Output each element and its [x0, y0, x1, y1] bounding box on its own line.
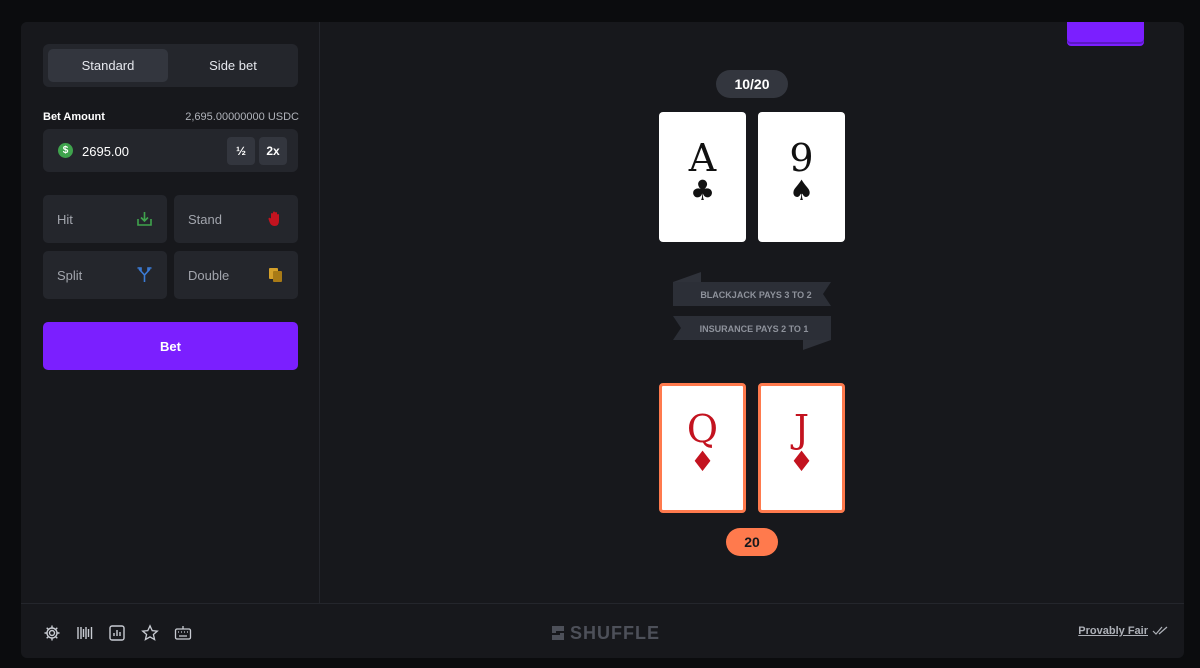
insurance-payout-label: INSURANCE PAYS 2 TO 1: [700, 324, 809, 334]
stand-button[interactable]: Stand: [174, 195, 298, 243]
game-window: Standard Side bet Bet Amount 2,695.00000…: [21, 22, 1184, 658]
star-icon[interactable]: [141, 624, 159, 642]
split-label: Split: [57, 268, 83, 283]
hand-icon: [268, 211, 279, 226]
shuffle-logo-text: SHUFFLE: [570, 622, 660, 643]
provably-fair-link[interactable]: Provably Fair: [1078, 625, 1168, 637]
tab-side-bet[interactable]: Side bet: [173, 49, 293, 82]
card-rank: J: [793, 407, 810, 451]
bet-amount-input[interactable]: [80, 139, 224, 163]
dealer-card: 9 ♠: [758, 112, 845, 242]
usdc-coin-icon: $: [58, 143, 73, 158]
hit-button[interactable]: Hit: [43, 195, 167, 243]
stand-label: Stand: [188, 212, 222, 227]
player-card: Q ♦: [659, 383, 746, 513]
half-bet-button[interactable]: ½: [227, 137, 255, 165]
dealer-card: A ♣: [659, 112, 746, 242]
dealer-score-badge: 10/20: [716, 70, 788, 98]
card-rank: 9: [789, 136, 814, 180]
bet-amount-label: Bet Amount: [43, 111, 105, 123]
payout-banners: BLACKJACK PAYS 3 TO 2 INSURANCE PAYS 2 T…: [673, 272, 831, 350]
player-score-badge: 20: [726, 528, 778, 556]
stats-icon[interactable]: [108, 624, 126, 642]
provably-fair-label: Provably Fair: [1078, 625, 1148, 637]
player-card: J ♦: [758, 383, 845, 513]
bet-balance: 2,695.00000000 USDC: [185, 111, 299, 123]
bet-button[interactable]: Bet: [43, 322, 298, 370]
diamonds-suit-icon: ♦: [788, 445, 815, 478]
double-bet-button[interactable]: 2x: [259, 137, 287, 165]
tab-standard[interactable]: Standard: [48, 49, 168, 82]
bet-amount-field: $ ½ 2x: [43, 129, 298, 172]
gear-icon[interactable]: [43, 624, 61, 642]
spades-suit-icon: ♠: [788, 174, 815, 207]
shuffle-logo-icon: [552, 626, 564, 640]
mode-tabs: Standard Side bet: [43, 44, 298, 87]
split-icon: [137, 267, 152, 282]
bet-sidebar: Standard Side bet Bet Amount 2,695.00000…: [21, 22, 320, 603]
hit-label: Hit: [57, 212, 73, 227]
barcode-icon[interactable]: [76, 624, 94, 642]
card-rank: A: [688, 136, 717, 180]
double-icon: [269, 268, 282, 282]
split-button[interactable]: Split: [43, 251, 167, 299]
diamonds-suit-icon: ♦: [689, 445, 716, 478]
double-label: Double: [188, 268, 230, 283]
shuffle-logo: SHUFFLE: [550, 621, 660, 645]
card-rank: Q: [686, 407, 719, 451]
double-button[interactable]: Double: [174, 251, 298, 299]
card-deck: [1067, 22, 1144, 42]
keyboard-icon[interactable]: [174, 624, 192, 642]
double-check-icon: [1152, 626, 1168, 635]
footer-bar: SHUFFLE Provably Fair: [21, 603, 1184, 658]
hit-icon: [137, 212, 152, 226]
blackjack-payout-label: BLACKJACK PAYS 3 TO 2: [700, 290, 811, 300]
clubs-suit-icon: ♣: [689, 174, 716, 207]
